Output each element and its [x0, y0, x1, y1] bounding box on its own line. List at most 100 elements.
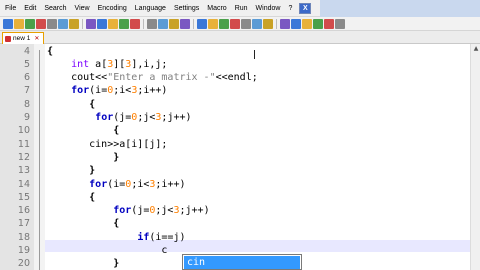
autocomplete-popup[interactable]: cin: [182, 254, 302, 270]
record-icon[interactable]: [291, 18, 301, 29]
code-line[interactable]: if(i==j): [47, 231, 185, 244]
code-token: (i==j): [149, 231, 186, 243]
code-line[interactable]: {: [47, 98, 95, 111]
show-all-icon[interactable]: [230, 18, 240, 29]
autocomplete-item-selected[interactable]: cin: [184, 256, 300, 269]
save-macro-icon[interactable]: [335, 18, 345, 29]
line-number: 12: [17, 151, 30, 163]
bookmark-icon[interactable]: [263, 18, 273, 29]
paste-icon[interactable]: [108, 18, 118, 29]
sync-h-icon[interactable]: [208, 18, 218, 29]
menu-bar: File Edit Search View Encoding Language …: [0, 0, 480, 17]
indent-guide-icon[interactable]: [241, 18, 251, 29]
open-icon[interactable]: [14, 18, 24, 29]
code-token: ;j<: [155, 205, 174, 217]
code-line[interactable]: cout<<"Enter a matrix -"<<endl;: [47, 71, 258, 84]
tab-label: new 1: [13, 35, 31, 42]
fold-guide-line: [39, 50, 40, 270]
code-line[interactable]: {: [47, 124, 119, 137]
toolbar-separator: [276, 18, 277, 29]
code-token: int: [71, 58, 90, 70]
line-number: 11: [17, 138, 30, 150]
line-number: 15: [17, 191, 30, 203]
menu-edit[interactable]: Edit: [20, 5, 40, 12]
folder-icon[interactable]: [280, 18, 290, 29]
code-line[interactable]: for(i=0;i<3;i++): [47, 84, 167, 97]
print-icon[interactable]: [69, 18, 79, 29]
code-token: ;i<: [131, 178, 150, 190]
code-line[interactable]: }: [47, 164, 95, 177]
code-token: ;i++): [155, 178, 186, 190]
unsaved-file-icon: [5, 35, 11, 42]
undo-icon[interactable]: [119, 18, 129, 29]
toolbar-separator: [143, 18, 144, 29]
code-line[interactable]: }: [47, 257, 119, 270]
save-icon[interactable]: [25, 18, 35, 29]
cut-icon[interactable]: [86, 18, 96, 29]
menu-macro[interactable]: Macro: [203, 5, 230, 12]
code-token: ][: [113, 58, 126, 70]
menu-run[interactable]: Run: [231, 5, 252, 12]
zoom-in-icon[interactable]: [169, 18, 179, 29]
mouse-ibeam-cursor-icon: [254, 50, 255, 59]
code-line[interactable]: int a[3][3],i,j;: [47, 58, 167, 71]
line-number: 17: [17, 218, 30, 230]
close-all-icon[interactable]: [58, 18, 68, 29]
wrap-icon[interactable]: [219, 18, 229, 29]
code-editor[interactable]: 4 {5 int a[3][3],i,j; 6 cout<<"Enter a mat…: [0, 44, 470, 270]
find-icon[interactable]: [147, 18, 157, 29]
line-number: 16: [17, 205, 30, 217]
code-token: (i=: [89, 85, 108, 97]
code-line[interactable]: {: [47, 217, 119, 230]
close-icon[interactable]: [47, 18, 57, 29]
code-line[interactable]: for(j=0;j<3;j++): [47, 204, 209, 217]
line-number: 14: [17, 178, 30, 190]
redo-icon[interactable]: [130, 18, 140, 29]
menu-encoding[interactable]: Encoding: [94, 5, 131, 12]
tab-new-1[interactable]: new 1 ✕: [2, 32, 44, 44]
code-line[interactable]: {: [47, 45, 53, 58]
code-token: ;j++): [161, 112, 192, 123]
menu-file[interactable]: File: [0, 5, 20, 12]
code-token: a[: [89, 58, 108, 70]
stop-icon[interactable]: [302, 18, 312, 29]
replace-icon[interactable]: [158, 18, 168, 29]
lang-icon[interactable]: [252, 18, 262, 29]
code-token: <<endl;: [215, 72, 258, 84]
close-document-button[interactable]: X: [299, 2, 312, 14]
menu-help[interactable]: ?: [284, 5, 296, 12]
menu-view[interactable]: View: [71, 5, 94, 12]
zoom-out-icon[interactable]: [180, 18, 190, 29]
save-all-icon[interactable]: [36, 18, 46, 29]
code-token: if: [137, 231, 150, 243]
code-line[interactable]: {: [47, 191, 95, 204]
scroll-up-icon[interactable]: ▲: [472, 45, 480, 53]
line-number: 19: [17, 245, 30, 256]
code-token: c: [47, 245, 168, 256]
code-token: cout<<: [47, 72, 108, 84]
copy-icon[interactable]: [97, 18, 107, 29]
play-multi-icon[interactable]: [324, 18, 334, 29]
code-token: ;i<: [113, 85, 132, 97]
menu-search[interactable]: Search: [40, 5, 70, 12]
code-token: {: [47, 191, 96, 203]
menu-language[interactable]: Language: [131, 5, 170, 12]
line-number: 5: [23, 58, 30, 70]
code-line[interactable]: for(j=0;j<3;j++): [47, 111, 192, 124]
menu-window[interactable]: Window: [252, 5, 285, 12]
code-token: (i=: [107, 178, 126, 190]
vertical-scrollbar[interactable]: ▲: [470, 44, 480, 270]
new-icon[interactable]: [3, 18, 13, 29]
close-icon[interactable]: ✕: [34, 35, 39, 42]
code-line[interactable]: }: [47, 151, 119, 164]
code-line[interactable]: cin>>a[i][j];: [47, 138, 167, 151]
sync-v-icon[interactable]: [197, 18, 207, 29]
code-token: cin>>a[i][j];: [47, 138, 168, 150]
code-line[interactable]: c: [47, 244, 167, 257]
menu-settings[interactable]: Settings: [170, 5, 203, 12]
code-token: (j=: [131, 205, 150, 217]
code-line[interactable]: for(i=0;i<3;i++): [47, 178, 186, 191]
play-icon[interactable]: [313, 18, 323, 29]
